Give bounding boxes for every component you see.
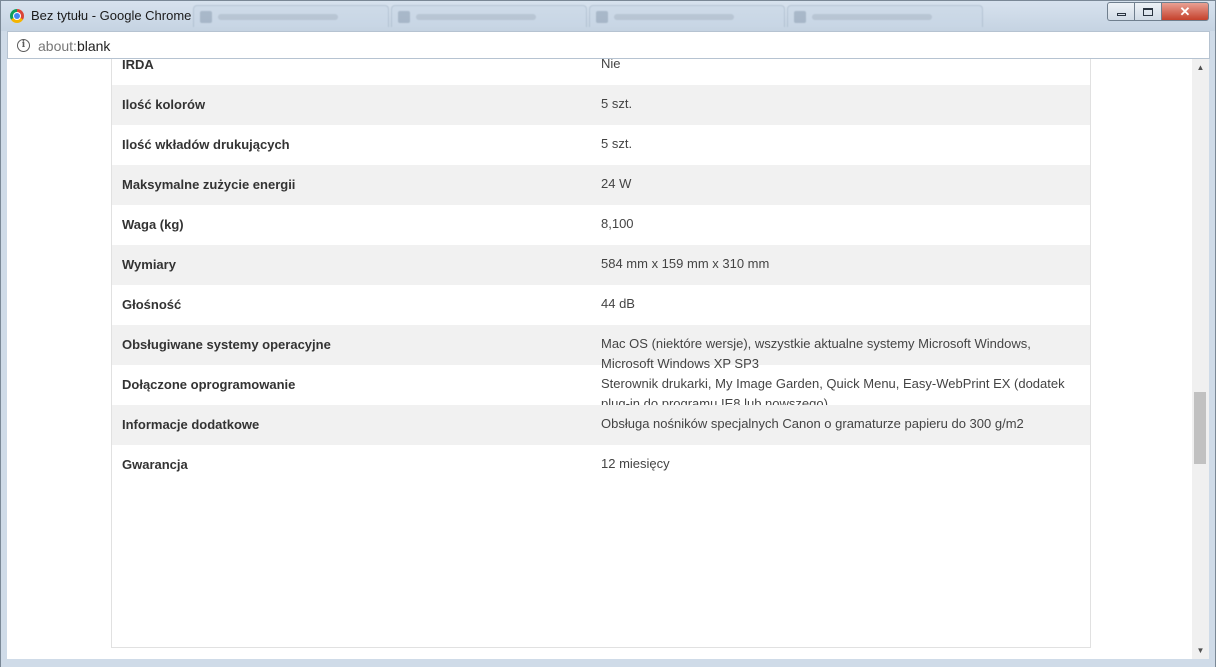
background-tab bbox=[589, 5, 785, 27]
spec-name: Głośność bbox=[122, 297, 182, 312]
background-tab bbox=[193, 5, 389, 27]
spec-row: Gwarancja 12 miesięcy bbox=[112, 445, 1090, 485]
vertical-scrollbar[interactable]: ▲ ▼ bbox=[1192, 59, 1209, 659]
favicon-icon bbox=[794, 10, 806, 23]
window-title: Bez tytułu - Google Chrome bbox=[31, 8, 192, 23]
spec-row: Dołączone oprogramowanie Sterownik drukar… bbox=[112, 365, 1090, 411]
spec-value: 12 miesięcy bbox=[601, 456, 670, 471]
spec-name: Dołączone oprogramowanie bbox=[122, 377, 296, 392]
minimize-icon bbox=[1116, 13, 1126, 16]
spec-row: Wymiary 584 mm x 159 mm x 310 mm bbox=[112, 245, 1090, 285]
favicon-icon bbox=[398, 10, 410, 23]
spec-value: 44 dB bbox=[601, 296, 635, 311]
maximize-button[interactable] bbox=[1134, 2, 1161, 21]
spec-value: 5 szt. bbox=[601, 96, 633, 111]
background-window-tabs bbox=[193, 5, 1023, 27]
scroll-up-arrow-icon[interactable]: ▲ bbox=[1192, 59, 1209, 76]
spec-name: Wymiary bbox=[122, 257, 176, 272]
spec-row: Głośność 44 dB bbox=[112, 285, 1090, 325]
minimize-button[interactable] bbox=[1107, 2, 1134, 21]
url-scheme: about: bbox=[38, 38, 77, 54]
spec-name: IRDA bbox=[122, 59, 154, 72]
spec-row: Waga (kg) 8,100 bbox=[112, 205, 1090, 245]
title-bar[interactable]: Bez tytułu - Google Chrome ✕ bbox=[1, 1, 1215, 31]
scroll-down-arrow-icon[interactable]: ▼ bbox=[1192, 642, 1209, 659]
spec-row: Ilość kolorów 5 szt. bbox=[112, 85, 1090, 125]
address-bar[interactable]: i about:blank bbox=[7, 31, 1210, 59]
spec-name: Obsługiwane systemy operacyjne bbox=[122, 337, 331, 352]
spec-name: Gwarancja bbox=[122, 457, 188, 472]
specification-table: IRDA Nie Ilość kolorów 5 szt. Ilość wkładów … bbox=[111, 59, 1091, 648]
spec-name: Informacje dodatkowe bbox=[122, 417, 260, 432]
background-tab bbox=[787, 5, 983, 27]
browser-window: Bez tytułu - Google Chrome ✕ i about:bla… bbox=[0, 0, 1216, 667]
spec-name: Maksymalne zużycie energii bbox=[122, 177, 296, 192]
spec-name: Ilość kolorów bbox=[122, 97, 206, 112]
spec-value: 5 szt. bbox=[601, 136, 633, 151]
spec-row: Ilość wkładów drukujących 5 szt. bbox=[112, 125, 1090, 165]
close-icon: ✕ bbox=[1179, 3, 1191, 19]
favicon-icon bbox=[200, 10, 212, 23]
spec-row: Informacje dodatkowe Obsługa nośników spe… bbox=[112, 405, 1090, 445]
spec-row: Obsługiwane systemy operacyjne Mac OS (ni… bbox=[112, 325, 1090, 371]
close-button[interactable]: ✕ bbox=[1161, 2, 1209, 21]
page-viewport: IRDA Nie Ilość kolorów 5 szt. Ilość wkładów … bbox=[7, 59, 1192, 659]
favicon-icon bbox=[596, 10, 608, 23]
background-tab bbox=[391, 5, 587, 27]
info-icon[interactable]: i bbox=[17, 39, 30, 52]
spec-value: Nie bbox=[601, 59, 621, 71]
spec-value: 8,100 bbox=[601, 216, 634, 231]
chrome-logo-icon bbox=[10, 9, 24, 23]
spec-name: Ilość wkładów drukujących bbox=[122, 137, 290, 152]
url-path: blank bbox=[76, 38, 111, 54]
spec-value: 24 W bbox=[601, 176, 632, 191]
spec-row: IRDA Nie bbox=[112, 59, 1090, 85]
scroll-thumb[interactable] bbox=[1194, 392, 1206, 465]
maximize-icon bbox=[1143, 7, 1153, 16]
window-bottom-edge bbox=[1, 659, 1215, 667]
spec-value: 584 mm x 159 mm x 310 mm bbox=[601, 256, 770, 271]
spec-value: Obsługa nośników specjalnych Canon o gra… bbox=[601, 416, 1024, 431]
url-text[interactable]: about:blank bbox=[38, 38, 110, 54]
spec-row: Maksymalne zużycie energii 24 W bbox=[112, 165, 1090, 205]
window-controls: ✕ bbox=[1107, 2, 1209, 21]
spec-name: Waga (kg) bbox=[122, 217, 184, 232]
